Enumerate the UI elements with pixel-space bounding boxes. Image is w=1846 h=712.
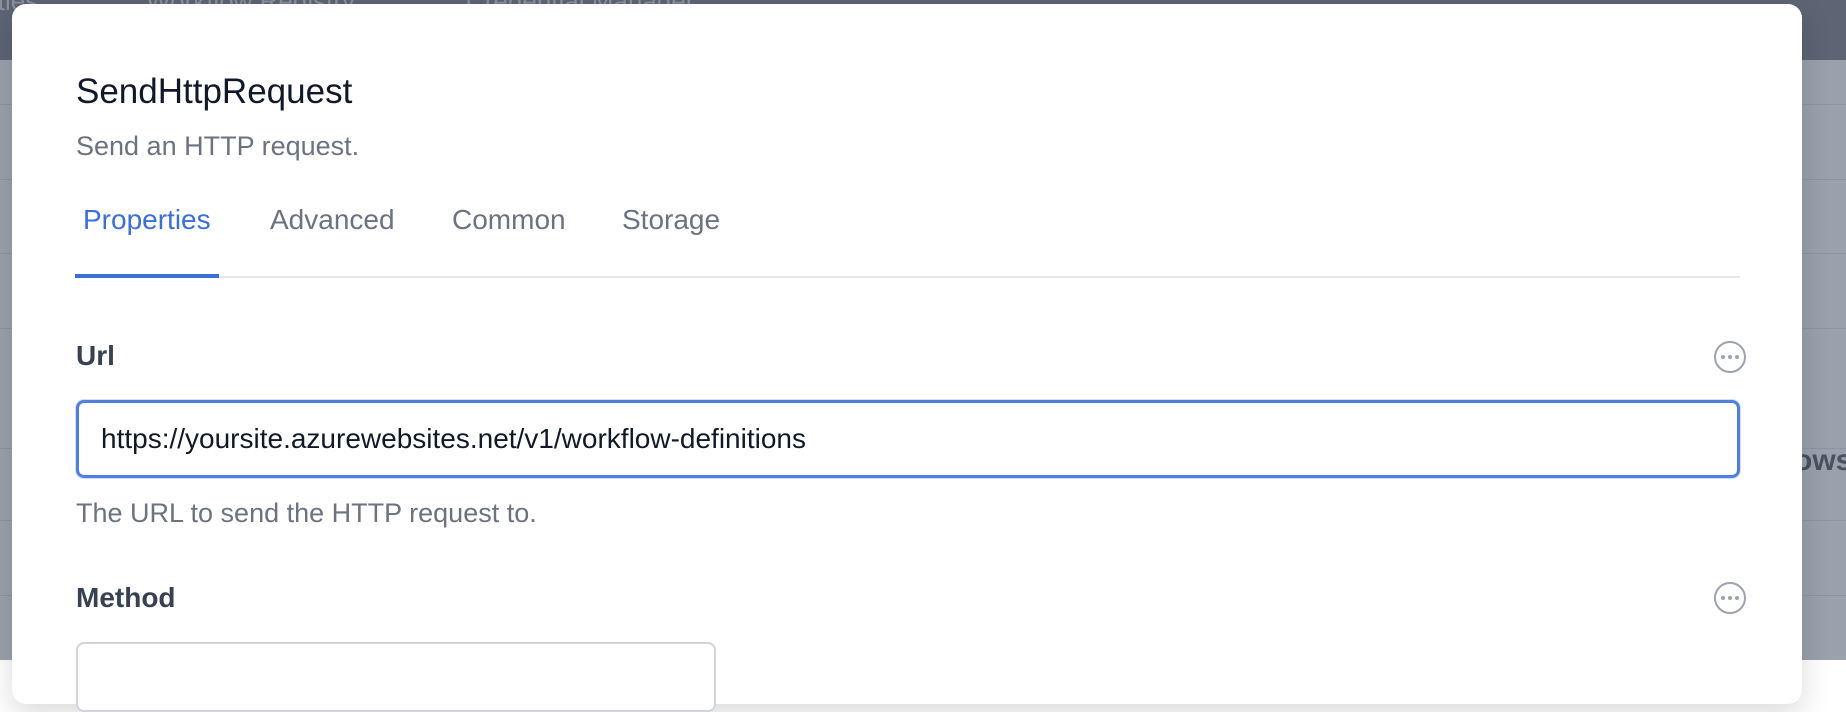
url-syntax-menu-button[interactable] bbox=[1714, 341, 1746, 373]
url-label: Url bbox=[76, 340, 115, 371]
more-horizontal-circle-icon bbox=[1720, 596, 1741, 600]
dialog-subtitle: Send an HTTP request. bbox=[76, 131, 360, 161]
tab-properties[interactable]: Properties bbox=[75, 198, 219, 278]
tab-common[interactable]: Common bbox=[452, 198, 566, 276]
tab-label: Common bbox=[452, 204, 566, 235]
activity-properties-dialog: SendHttpRequest Send an HTTP request. Pr… bbox=[12, 4, 1802, 712]
more-horizontal-circle-icon bbox=[1720, 355, 1741, 359]
method-label: Method bbox=[76, 582, 176, 613]
tab-label: Properties bbox=[83, 204, 211, 235]
tab-label: Storage bbox=[622, 204, 721, 235]
tab-advanced[interactable]: Advanced bbox=[270, 198, 395, 276]
tab-label: Advanced bbox=[270, 204, 395, 235]
url-input[interactable] bbox=[76, 400, 1740, 478]
dialog-tabs: Properties Advanced Common Storage bbox=[75, 198, 1740, 278]
url-help-text: The URL to send the HTTP request to. bbox=[76, 498, 537, 528]
background-heading: ows bbox=[1802, 444, 1846, 477]
dialog-title: SendHttpRequest bbox=[76, 72, 353, 111]
method-syntax-menu-button[interactable] bbox=[1714, 582, 1746, 614]
tab-storage[interactable]: Storage bbox=[622, 198, 720, 276]
method-select[interactable] bbox=[76, 642, 716, 712]
